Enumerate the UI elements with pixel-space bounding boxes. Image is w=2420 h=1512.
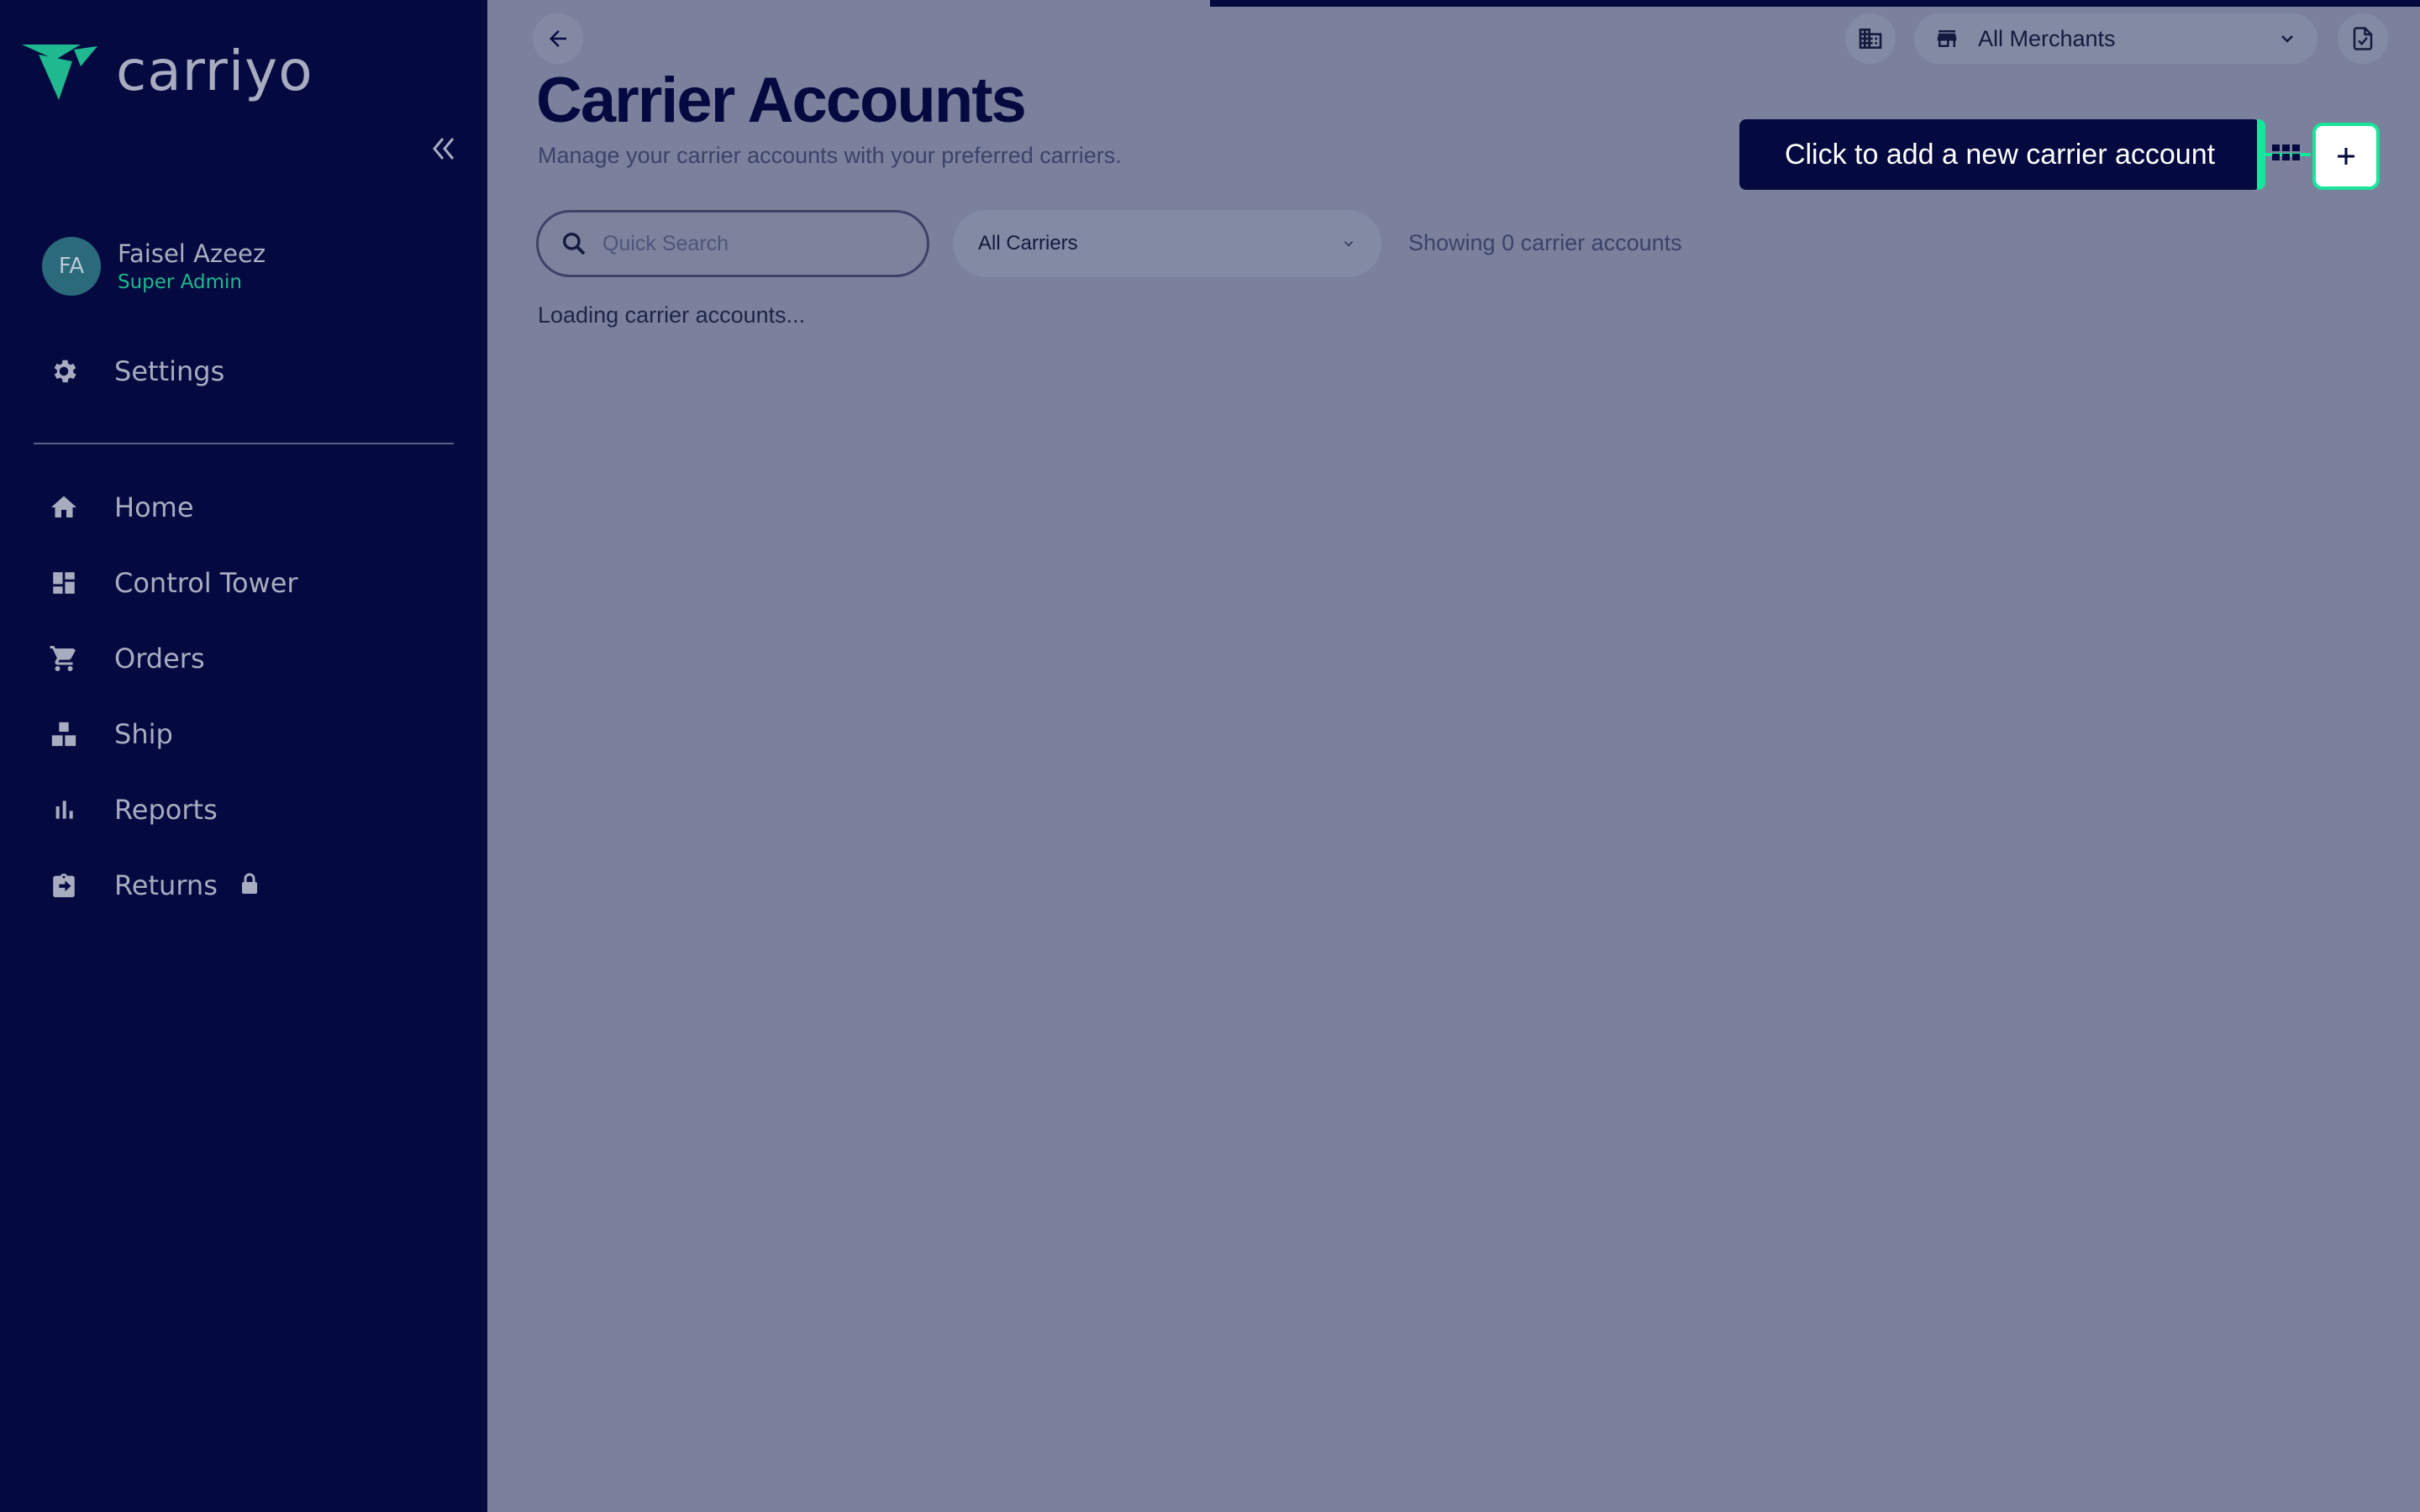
sidebar-item-home[interactable]: Home <box>47 482 194 533</box>
sidebar-item-reports[interactable]: Reports <box>47 785 218 835</box>
sidebar: carriyo FA Faisel Azeez Super Admin Sett… <box>0 0 487 1512</box>
avatar: FA <box>42 237 101 296</box>
sidebar-item-label: Orders <box>114 643 205 675</box>
merchant-select-value: All Merchants <box>1978 25 2116 51</box>
lock-icon <box>239 873 260 899</box>
back-button[interactable] <box>533 13 583 64</box>
sidebar-item-label: Settings <box>114 355 225 387</box>
building-icon <box>1859 29 1882 49</box>
sidebar-item-label: Control Tower <box>114 567 298 599</box>
sidebar-item-label: Home <box>114 491 194 523</box>
collapse-sidebar-button[interactable] <box>425 131 460 166</box>
onboarding-tooltip: Click to add a new carrier account <box>1739 119 2260 190</box>
home-icon <box>47 491 81 524</box>
page-title: Carrier Accounts <box>536 65 1027 136</box>
double-chevron-left-icon <box>433 138 455 160</box>
carriyo-logo[interactable]: carriyo <box>22 39 313 103</box>
sidebar-item-label: Ship <box>114 718 173 750</box>
sidebar-item-orders[interactable]: Orders <box>47 633 205 684</box>
search-field[interactable] <box>536 210 929 277</box>
user-role: Super Admin <box>118 271 242 293</box>
cart-icon <box>47 642 81 675</box>
returns-icon <box>47 869 81 902</box>
document-check-button[interactable] <box>2338 13 2388 64</box>
plus-icon <box>2338 148 2354 165</box>
ship-icon <box>47 717 81 751</box>
sidebar-item-label: Returns <box>114 869 218 901</box>
sidebar-item-ship[interactable]: Ship <box>47 709 173 759</box>
add-carrier-account-button[interactable] <box>2312 123 2380 190</box>
tooltip-accent <box>2257 119 2265 190</box>
results-count: Showing 0 carrier accounts <box>1408 230 1682 255</box>
search-icon <box>563 233 586 255</box>
arrow-left-icon <box>550 30 566 47</box>
merchant-select[interactable]: All Merchants <box>1914 13 2317 64</box>
loading-progress-bar <box>1210 0 2420 7</box>
sidebar-item-control-tower[interactable]: Control Tower <box>47 558 298 608</box>
user-profile[interactable]: FA Faisel Azeez Super Admin <box>42 237 266 296</box>
chevron-down-icon <box>2281 35 2293 43</box>
sidebar-divider <box>34 443 454 444</box>
bar-chart-icon <box>47 793 81 827</box>
gear-icon <box>47 354 81 388</box>
carrier-filter-select[interactable]: All Carriers <box>953 210 1381 277</box>
user-name: Faisel Azeez <box>118 239 266 268</box>
sidebar-item-returns[interactable]: Returns <box>47 860 260 911</box>
search-input[interactable] <box>601 230 890 257</box>
sidebar-item-label: Reports <box>114 794 218 826</box>
carriyo-logo-icon <box>22 44 97 100</box>
grid-view-icon[interactable] <box>2272 143 2301 163</box>
organization-button[interactable] <box>1845 13 1896 64</box>
sidebar-item-settings[interactable]: Settings <box>47 346 224 396</box>
document-check-icon <box>2353 27 2373 50</box>
dashboard-icon <box>47 566 81 600</box>
logo-text: carriyo <box>116 39 313 103</box>
loading-message: Loading carrier accounts... <box>538 302 806 328</box>
carrier-filter-value: All Carriers <box>978 232 1078 255</box>
store-icon <box>1937 30 1957 47</box>
page-subtitle: Manage your carrier accounts with your p… <box>538 143 1122 168</box>
chevron-down-icon <box>1344 241 1354 247</box>
